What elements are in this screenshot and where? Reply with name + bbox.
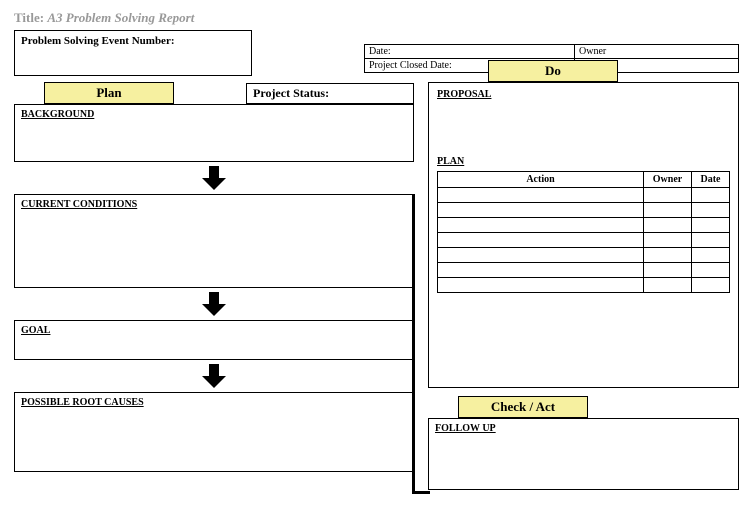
right-column: Do PROPOSAL PLAN Action Owner Date Check… bbox=[428, 82, 739, 490]
cell-owner bbox=[644, 203, 692, 218]
table-row bbox=[438, 263, 730, 278]
table-row bbox=[438, 188, 730, 203]
section-goal: GOAL bbox=[14, 320, 414, 360]
meta-date-label: Date: bbox=[365, 45, 575, 59]
plan-table: Action Owner Date bbox=[437, 171, 730, 293]
cell-owner bbox=[644, 263, 692, 278]
left-column: Plan Project Status: BACKGROUND CURRENT … bbox=[14, 82, 414, 472]
cell-date bbox=[692, 263, 730, 278]
arrow-down-icon bbox=[202, 364, 226, 388]
cell-date bbox=[692, 248, 730, 263]
section-current-conditions: CURRENT CONDITIONS bbox=[14, 194, 414, 288]
tab-check-act: Check / Act bbox=[458, 396, 588, 418]
cell-owner bbox=[644, 218, 692, 233]
cell-action bbox=[438, 203, 644, 218]
section-do: PROPOSAL PLAN Action Owner Date bbox=[428, 82, 739, 388]
plan-tabs-row: Plan Project Status: bbox=[14, 82, 414, 104]
plan-header: PLAN bbox=[437, 156, 730, 167]
cell-date bbox=[692, 188, 730, 203]
plan-col-action: Action bbox=[438, 172, 644, 188]
cell-date bbox=[692, 278, 730, 293]
do-tab-row: Do bbox=[428, 60, 739, 82]
table-row bbox=[438, 218, 730, 233]
proposal-header: PROPOSAL bbox=[437, 89, 730, 100]
followup-header: FOLLOW UP bbox=[435, 423, 732, 434]
section-followup: FOLLOW UP bbox=[428, 418, 739, 490]
table-row bbox=[438, 278, 730, 293]
meta-owner-label: Owner bbox=[575, 45, 739, 59]
arrow-down-2 bbox=[14, 292, 414, 316]
cell-action bbox=[438, 248, 644, 263]
arrow-down-1 bbox=[14, 166, 414, 190]
cell-owner bbox=[644, 233, 692, 248]
event-number-box: Problem Solving Event Number: bbox=[14, 30, 252, 76]
plan-col-owner: Owner bbox=[644, 172, 692, 188]
plan-col-date: Date bbox=[692, 172, 730, 188]
arrow-down-3 bbox=[14, 364, 414, 388]
connector-line bbox=[412, 194, 430, 494]
cell-action bbox=[438, 218, 644, 233]
title-label: Title: bbox=[14, 10, 44, 25]
main-columns: Plan Project Status: BACKGROUND CURRENT … bbox=[14, 82, 739, 490]
cell-owner bbox=[644, 278, 692, 293]
event-number-label: Problem Solving Event Number: bbox=[21, 35, 175, 47]
cell-action bbox=[438, 188, 644, 203]
tab-do: Do bbox=[488, 60, 618, 82]
page-title-line: Title: A3 Problem Solving Report bbox=[14, 10, 739, 26]
table-row bbox=[438, 248, 730, 263]
title-text: A3 Problem Solving Report bbox=[47, 10, 194, 25]
cell-owner bbox=[644, 188, 692, 203]
background-header: BACKGROUND bbox=[21, 109, 407, 120]
section-root-causes: POSSIBLE ROOT CAUSES bbox=[14, 392, 414, 472]
plan-table-body bbox=[438, 188, 730, 293]
check-tab-row: Check / Act bbox=[428, 396, 739, 418]
table-row bbox=[438, 203, 730, 218]
cell-date bbox=[692, 233, 730, 248]
cell-action bbox=[438, 278, 644, 293]
root-header: POSSIBLE ROOT CAUSES bbox=[21, 397, 407, 408]
section-background: BACKGROUND bbox=[14, 104, 414, 162]
tab-project-status: Project Status: bbox=[246, 83, 414, 104]
cell-owner bbox=[644, 248, 692, 263]
cell-action bbox=[438, 233, 644, 248]
cell-action bbox=[438, 263, 644, 278]
arrow-down-icon bbox=[202, 166, 226, 190]
tab-plan: Plan bbox=[44, 82, 174, 104]
arrow-down-icon bbox=[202, 292, 226, 316]
cell-date bbox=[692, 218, 730, 233]
current-header: CURRENT CONDITIONS bbox=[21, 199, 407, 210]
table-row bbox=[438, 233, 730, 248]
cell-date bbox=[692, 203, 730, 218]
goal-header: GOAL bbox=[21, 325, 407, 336]
